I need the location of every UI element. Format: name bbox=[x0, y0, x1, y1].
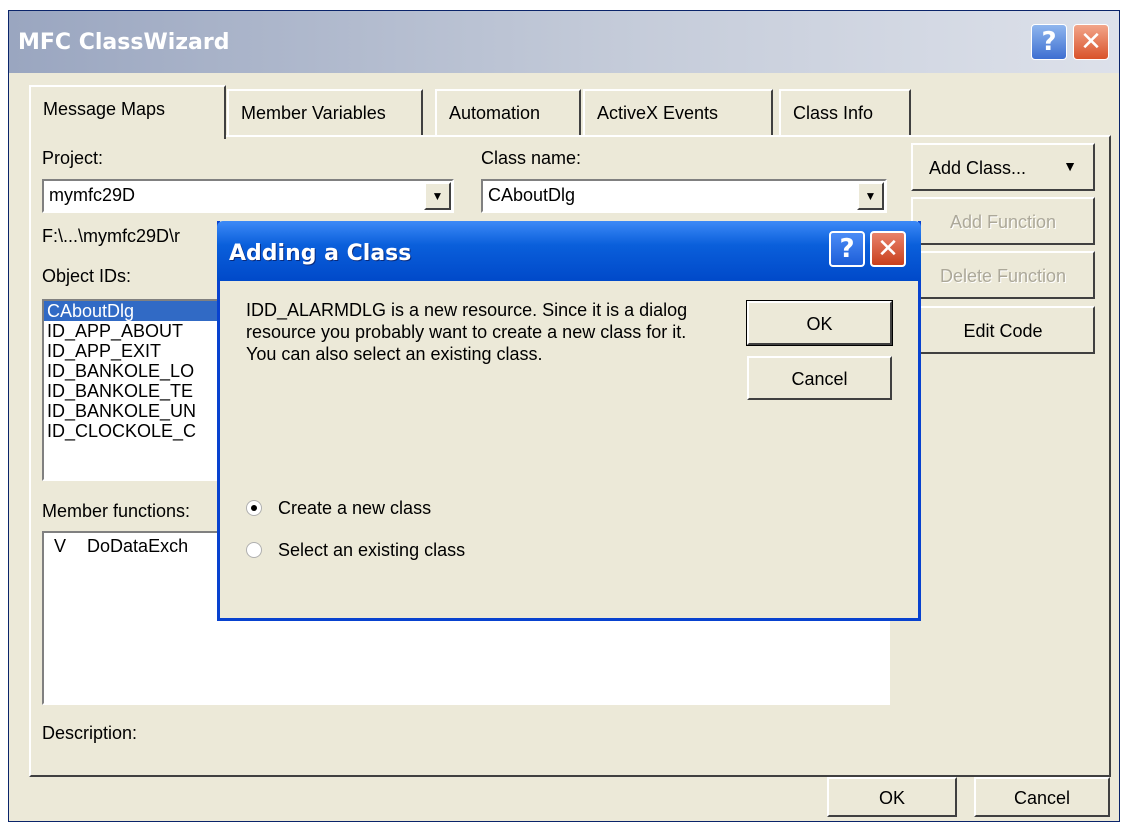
delete-function-button[interactable]: Delete Function bbox=[911, 251, 1095, 299]
add-function-button[interactable]: Add Function bbox=[911, 197, 1095, 245]
tab-member-variables[interactable]: Member Variables bbox=[227, 89, 423, 135]
add-class-button[interactable]: Add Class... ▼ bbox=[911, 143, 1095, 191]
class-name-value: CAboutDlg bbox=[488, 185, 576, 205]
member-functions-label: Member functions: bbox=[42, 501, 191, 521]
tab-label: Automation bbox=[449, 103, 541, 123]
tab-label: Class Info bbox=[793, 103, 874, 123]
help-button[interactable]: ? bbox=[1031, 24, 1067, 60]
project-value: mymfc29D bbox=[49, 185, 136, 205]
tab-class-info[interactable]: Class Info bbox=[779, 89, 911, 135]
list-item[interactable]: CAboutDlg bbox=[44, 301, 240, 321]
class-name-label: Class name: bbox=[481, 148, 582, 168]
adding-class-dialog: Adding a Class ? ✕ IDD_ALARMDLG is a new… bbox=[217, 221, 921, 621]
chevron-down-icon[interactable]: ▼ bbox=[424, 182, 451, 210]
project-combo[interactable]: mymfc29D ▼ bbox=[42, 179, 454, 213]
radio-label: Select an existing class bbox=[278, 540, 466, 560]
object-ids-list[interactable]: CAboutDlg ID_APP_ABOUT ID_APP_EXIT ID_BA… bbox=[42, 299, 242, 481]
window-title: MFC ClassWizard bbox=[18, 30, 230, 55]
object-ids-label: Object IDs: bbox=[42, 266, 132, 286]
dialog-message: IDD_ALARMDLG is a new resource. Since it… bbox=[246, 300, 688, 364]
chevron-down-icon[interactable]: ▼ bbox=[857, 182, 884, 210]
class-name-combo[interactable]: CAboutDlg ▼ bbox=[481, 179, 887, 213]
dialog-ok-button[interactable]: OK bbox=[746, 300, 893, 346]
list-item[interactable]: ID_APP_ABOUT bbox=[44, 321, 240, 341]
list-item[interactable]: ID_BANKOLE_TE bbox=[44, 381, 240, 401]
dropdown-arrow-icon: ▼ bbox=[1063, 158, 1077, 174]
ok-button[interactable]: OK bbox=[827, 777, 957, 817]
title-bar[interactable]: MFC ClassWizard ? ✕ bbox=[9, 11, 1119, 73]
dialog-title: Adding a Class bbox=[229, 241, 412, 266]
tab-message-maps[interactable]: Message Maps bbox=[29, 85, 226, 139]
project-path: F:\...\mymfc29D\r bbox=[42, 226, 181, 246]
dialog-cancel-button[interactable]: Cancel bbox=[747, 356, 892, 400]
tab-label: Member Variables bbox=[241, 103, 386, 123]
description-label: Description: bbox=[42, 723, 138, 743]
radio-unchecked-icon[interactable] bbox=[246, 542, 262, 558]
radio-checked-icon[interactable] bbox=[246, 500, 262, 516]
help-icon[interactable]: ? bbox=[829, 231, 865, 267]
list-item[interactable]: ID_BANKOLE_LO bbox=[44, 361, 240, 381]
function-name: DoDataExch bbox=[87, 536, 189, 556]
list-item[interactable]: ID_APP_EXIT bbox=[44, 341, 240, 361]
tab-activex-events[interactable]: ActiveX Events bbox=[583, 89, 773, 135]
project-label: Project: bbox=[42, 148, 104, 168]
list-item[interactable]: ID_CLOCKOLE_C bbox=[44, 421, 240, 441]
tab-label: Message Maps bbox=[43, 99, 166, 119]
cancel-button[interactable]: Cancel bbox=[974, 777, 1110, 817]
add-class-label: Add Class... bbox=[929, 158, 1027, 178]
close-icon[interactable]: ✕ bbox=[870, 231, 906, 267]
tab-label: ActiveX Events bbox=[597, 103, 719, 123]
edit-code-button[interactable]: Edit Code bbox=[911, 306, 1095, 354]
radio-label: Create a new class bbox=[278, 498, 432, 518]
list-item[interactable]: ID_BANKOLE_UN bbox=[44, 401, 240, 421]
tab-automation[interactable]: Automation bbox=[435, 89, 581, 135]
function-marker: V bbox=[54, 536, 67, 556]
radio-select-existing-class[interactable]: Select an existing class bbox=[246, 540, 465, 561]
close-button[interactable]: ✕ bbox=[1073, 24, 1109, 60]
radio-create-new-class[interactable]: Create a new class bbox=[246, 498, 431, 519]
dialog-title-bar[interactable]: Adding a Class ? ✕ bbox=[217, 221, 921, 281]
